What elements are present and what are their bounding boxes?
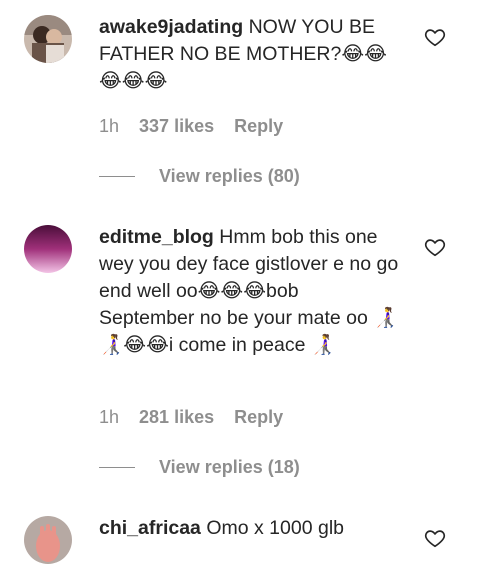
comment-meta: 1h 337 likes Reply bbox=[99, 116, 283, 137]
heart-icon[interactable] bbox=[424, 26, 446, 48]
comment-likes[interactable]: 337 likes bbox=[139, 116, 214, 137]
comment-likes[interactable]: 281 likes bbox=[139, 407, 214, 428]
avatar[interactable] bbox=[24, 225, 72, 273]
avatar[interactable] bbox=[24, 516, 72, 564]
divider-line bbox=[99, 466, 135, 469]
comment-body: editme_blog Hmm bob this one wey you dey… bbox=[99, 224, 399, 359]
comment-body: awake9jadating NOW YOU BE FATHER NO BE M… bbox=[99, 14, 399, 95]
comment-time: 1h bbox=[99, 116, 120, 136]
divider-line bbox=[99, 175, 135, 178]
comment-username[interactable]: awake9jadating bbox=[99, 16, 243, 38]
view-replies-button[interactable]: View replies (18) bbox=[99, 457, 300, 478]
avatar[interactable] bbox=[24, 15, 72, 63]
comment-username[interactable]: editme_blog bbox=[99, 226, 214, 248]
comment-username[interactable]: chi_africaa bbox=[99, 517, 201, 539]
heart-icon[interactable] bbox=[424, 527, 446, 549]
pink-gradient-avatar-icon bbox=[24, 225, 72, 273]
view-replies-label: View replies (18) bbox=[159, 457, 300, 477]
comment-meta: 1h 281 likes Reply bbox=[99, 407, 283, 428]
heart-icon[interactable] bbox=[424, 236, 446, 258]
comment-text: Omo x 1000 glb bbox=[206, 517, 344, 539]
reply-button[interactable]: Reply bbox=[234, 407, 283, 428]
comment-body: chi_africaa Omo x 1000 glb bbox=[99, 515, 399, 542]
couple-photo-avatar-icon bbox=[24, 15, 72, 63]
view-replies-label: View replies (80) bbox=[159, 166, 300, 186]
comment-time: 1h bbox=[99, 407, 120, 427]
hand-photo-avatar-icon bbox=[24, 516, 72, 564]
view-replies-button[interactable]: View replies (80) bbox=[99, 166, 300, 187]
reply-button[interactable]: Reply bbox=[234, 116, 283, 137]
